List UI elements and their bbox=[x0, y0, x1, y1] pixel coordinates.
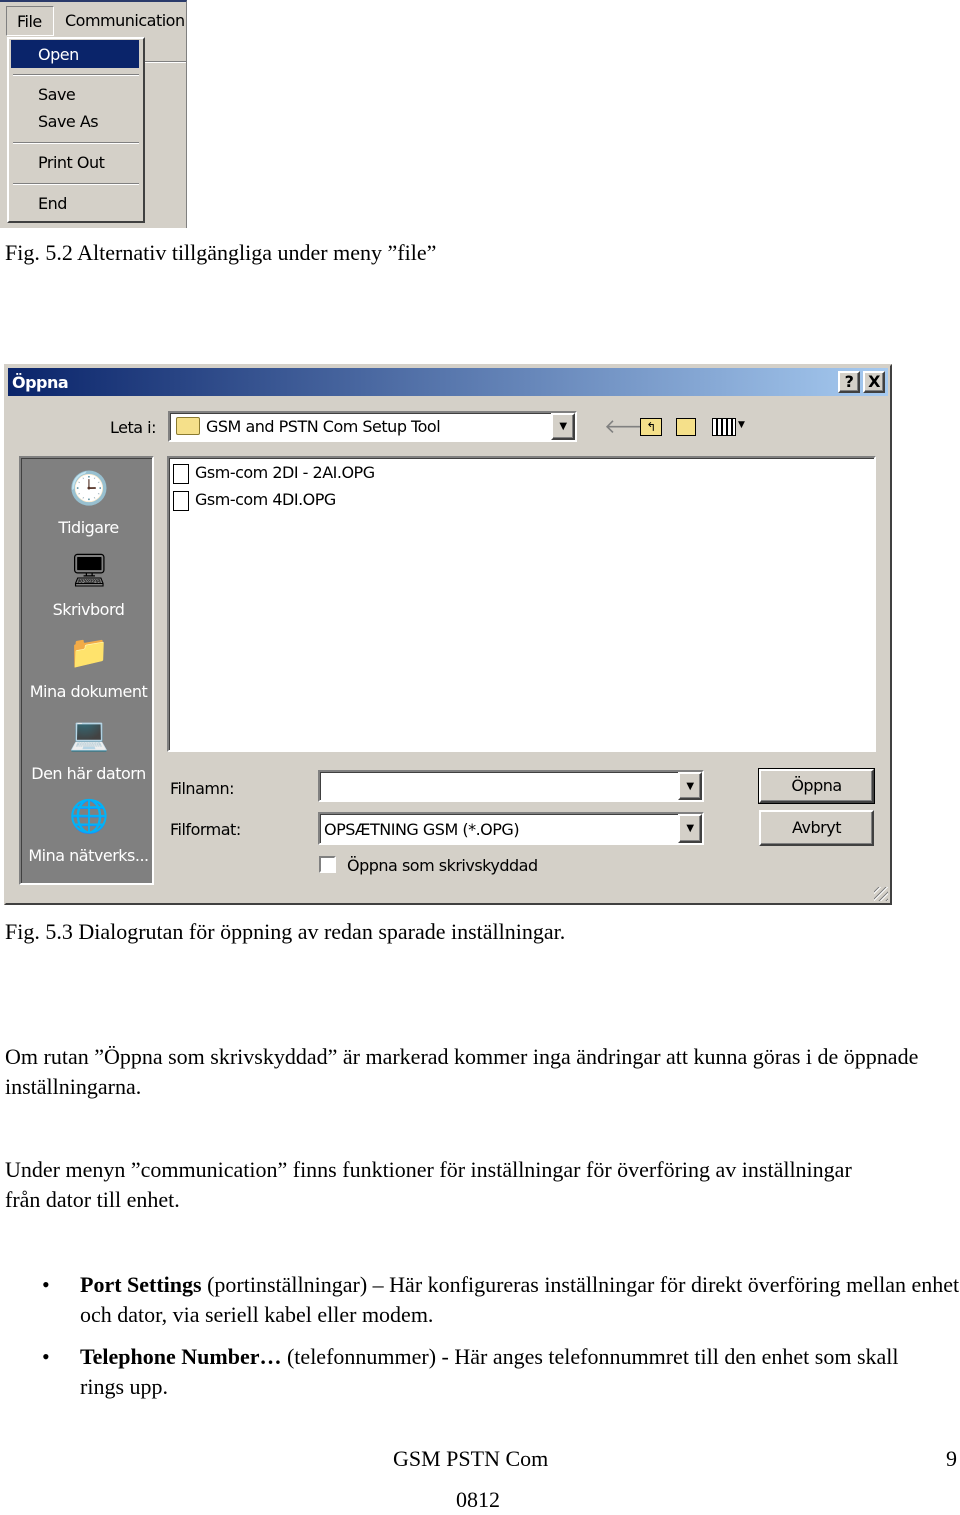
help-icon: ? bbox=[844, 372, 854, 391]
desktop-icon: 🖥 bbox=[68, 551, 110, 589]
look-in-label: Leta i: bbox=[110, 418, 156, 437]
menu-file[interactable]: File bbox=[6, 6, 54, 36]
bullet-title: Port Settings bbox=[80, 1272, 202, 1297]
format-select[interactable]: OPSÆTNING GSM (*.OPG) ▼ bbox=[318, 812, 704, 845]
file-name: Gsm-com 2DI - 2AI.OPG bbox=[195, 463, 375, 482]
bullet-item-port-settings: • Port Settings (portinställningar) – Hä… bbox=[42, 1270, 960, 1330]
folder-icon bbox=[176, 417, 200, 435]
menu-communication[interactable]: Communication bbox=[65, 11, 185, 30]
open-dialog: Öppna ? X Leta i: GSM and PSTN Com Setup… bbox=[4, 364, 892, 905]
format-label: Filformat: bbox=[170, 820, 241, 839]
format-value: OPSÆTNING GSM (*.OPG) bbox=[324, 820, 520, 839]
new-folder-icon[interactable] bbox=[676, 418, 696, 436]
menu-item-label: Open bbox=[38, 45, 79, 64]
dialog-title: Öppna bbox=[12, 373, 69, 392]
close-button[interactable]: X bbox=[863, 371, 885, 393]
bullet-icon: • bbox=[42, 1344, 50, 1369]
look-in-value: GSM and PSTN Com Setup Tool bbox=[206, 417, 441, 436]
file-list[interactable]: Gsm-com 2DI - 2AI.OPG Gsm-com 4DI.OPG bbox=[167, 456, 876, 752]
groupbox-line bbox=[145, 61, 186, 63]
place-documents[interactable]: Mina dokument bbox=[21, 682, 156, 701]
cancel-button[interactable]: Avbryt bbox=[759, 810, 874, 846]
filename-label: Filnamn: bbox=[170, 779, 235, 798]
computer-icon: 💻 bbox=[69, 715, 109, 753]
cancel-button-label: Avbryt bbox=[792, 818, 841, 837]
view-dropdown-icon[interactable]: ▼ bbox=[738, 420, 745, 430]
readonly-checkbox[interactable] bbox=[319, 856, 336, 873]
bullet-text: (portinställningar) – Här konfigureras i… bbox=[80, 1272, 960, 1327]
caption-fig-5-3: Fig. 5.3 Dialogrutan för öppning av reda… bbox=[5, 919, 566, 944]
menu-item-save-as[interactable]: Save As bbox=[38, 112, 99, 131]
open-button[interactable]: Öppna bbox=[758, 768, 875, 804]
menu-separator bbox=[13, 183, 139, 185]
places-bar: 🕒 Tidigare 🖥 Skrivbord 📁 Mina dokument 💻… bbox=[19, 456, 154, 885]
open-button-label: Öppna bbox=[791, 776, 842, 795]
menu-file-label: File bbox=[17, 12, 42, 31]
help-button[interactable]: ? bbox=[838, 371, 860, 393]
look-in-dropdown-button[interactable]: ▼ bbox=[551, 413, 575, 440]
bullet-icon: • bbox=[42, 1272, 50, 1297]
menu-separator bbox=[13, 74, 139, 76]
opg-file-icon bbox=[173, 490, 189, 511]
bullet-item-telephone-number: • Telephone Number… (telefonnummer) - Hä… bbox=[42, 1342, 940, 1402]
menu-screenshot: File Communication Open Save Save As Pri… bbox=[0, 0, 187, 228]
documents-icon: 📁 bbox=[69, 633, 109, 671]
readonly-label[interactable]: Öppna som skrivskyddad bbox=[347, 856, 538, 875]
menu-item-open[interactable]: Open bbox=[11, 40, 139, 68]
up-folder-icon[interactable]: ↰ bbox=[640, 418, 662, 436]
menu-separator bbox=[13, 142, 139, 144]
place-network[interactable]: Mina nätverks... bbox=[21, 846, 156, 865]
paragraph-communication: Under menyn ”communication” finns funkti… bbox=[5, 1157, 852, 1212]
place-computer[interactable]: Den här datorn bbox=[21, 764, 156, 783]
close-icon: X bbox=[868, 372, 880, 391]
file-item[interactable]: Gsm-com 2DI - 2AI.OPG bbox=[173, 463, 375, 484]
title-bar: Öppna ? X bbox=[8, 368, 888, 396]
resize-grip-icon[interactable] bbox=[874, 887, 888, 901]
paragraph-readonly: Om rutan ”Öppna som skrivskyddad” är mar… bbox=[5, 1044, 919, 1099]
look-in-combo[interactable]: GSM and PSTN Com Setup Tool ▼ bbox=[168, 411, 577, 442]
file-item[interactable]: Gsm-com 4DI.OPG bbox=[173, 490, 336, 511]
file-name: Gsm-com 4DI.OPG bbox=[195, 490, 336, 509]
menu-item-end[interactable]: End bbox=[38, 194, 67, 213]
opg-file-icon bbox=[173, 463, 189, 484]
file-dropdown-menu: Open Save Save As Print Out End bbox=[7, 37, 145, 223]
filename-dropdown-button[interactable]: ▼ bbox=[678, 772, 702, 800]
menu-item-save[interactable]: Save bbox=[38, 85, 76, 104]
place-recent[interactable]: Tidigare bbox=[21, 518, 156, 537]
view-menu-icon[interactable] bbox=[712, 418, 736, 436]
bullet-title: Telephone Number… bbox=[80, 1344, 282, 1369]
recent-icon: 🕒 bbox=[69, 469, 109, 507]
caption-fig-5-2: Fig. 5.2 Alternativ tillgängliga under m… bbox=[5, 240, 437, 265]
filename-input[interactable]: ▼ bbox=[318, 770, 704, 802]
format-dropdown-button[interactable]: ▼ bbox=[678, 814, 702, 843]
footer-page-number: 9 bbox=[946, 1446, 957, 1471]
place-desktop[interactable]: Skrivbord bbox=[21, 600, 156, 619]
footer-title: GSM PSTN Com bbox=[393, 1446, 549, 1471]
network-icon: 🌐 bbox=[69, 797, 109, 835]
menu-item-print-out[interactable]: Print Out bbox=[38, 153, 105, 172]
